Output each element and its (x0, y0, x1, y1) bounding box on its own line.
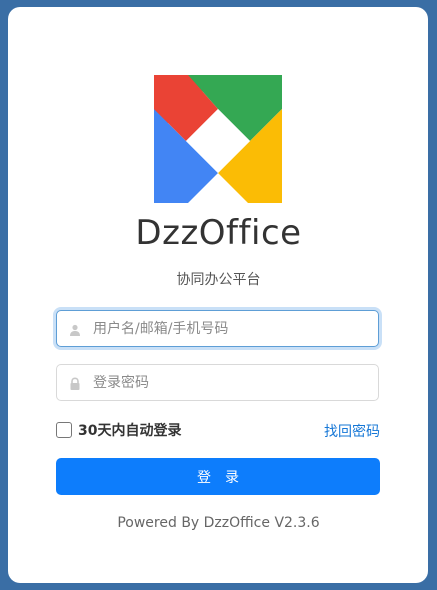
remember-me[interactable]: 30天内自动登录 (56, 421, 181, 439)
remember-label[interactable]: 30天内自动登录 (78, 420, 181, 440)
app-name: DzzOffice (135, 213, 302, 253)
username-input[interactable] (93, 311, 373, 346)
username-field[interactable] (56, 310, 379, 347)
password-input[interactable] (93, 365, 373, 400)
password-field[interactable] (56, 364, 379, 401)
footer-powered-by: Powered By DzzOffice V2.3.6 (117, 515, 320, 531)
user-icon (68, 322, 82, 336)
lock-icon (68, 376, 82, 390)
remember-checkbox[interactable] (56, 422, 72, 438)
app-tagline: 协同办公平台 (176, 272, 261, 288)
login-button[interactable]: 登录 (56, 458, 380, 495)
forgot-password-link[interactable]: 找回密码 (324, 421, 380, 441)
dzzoffice-logo (154, 75, 282, 203)
